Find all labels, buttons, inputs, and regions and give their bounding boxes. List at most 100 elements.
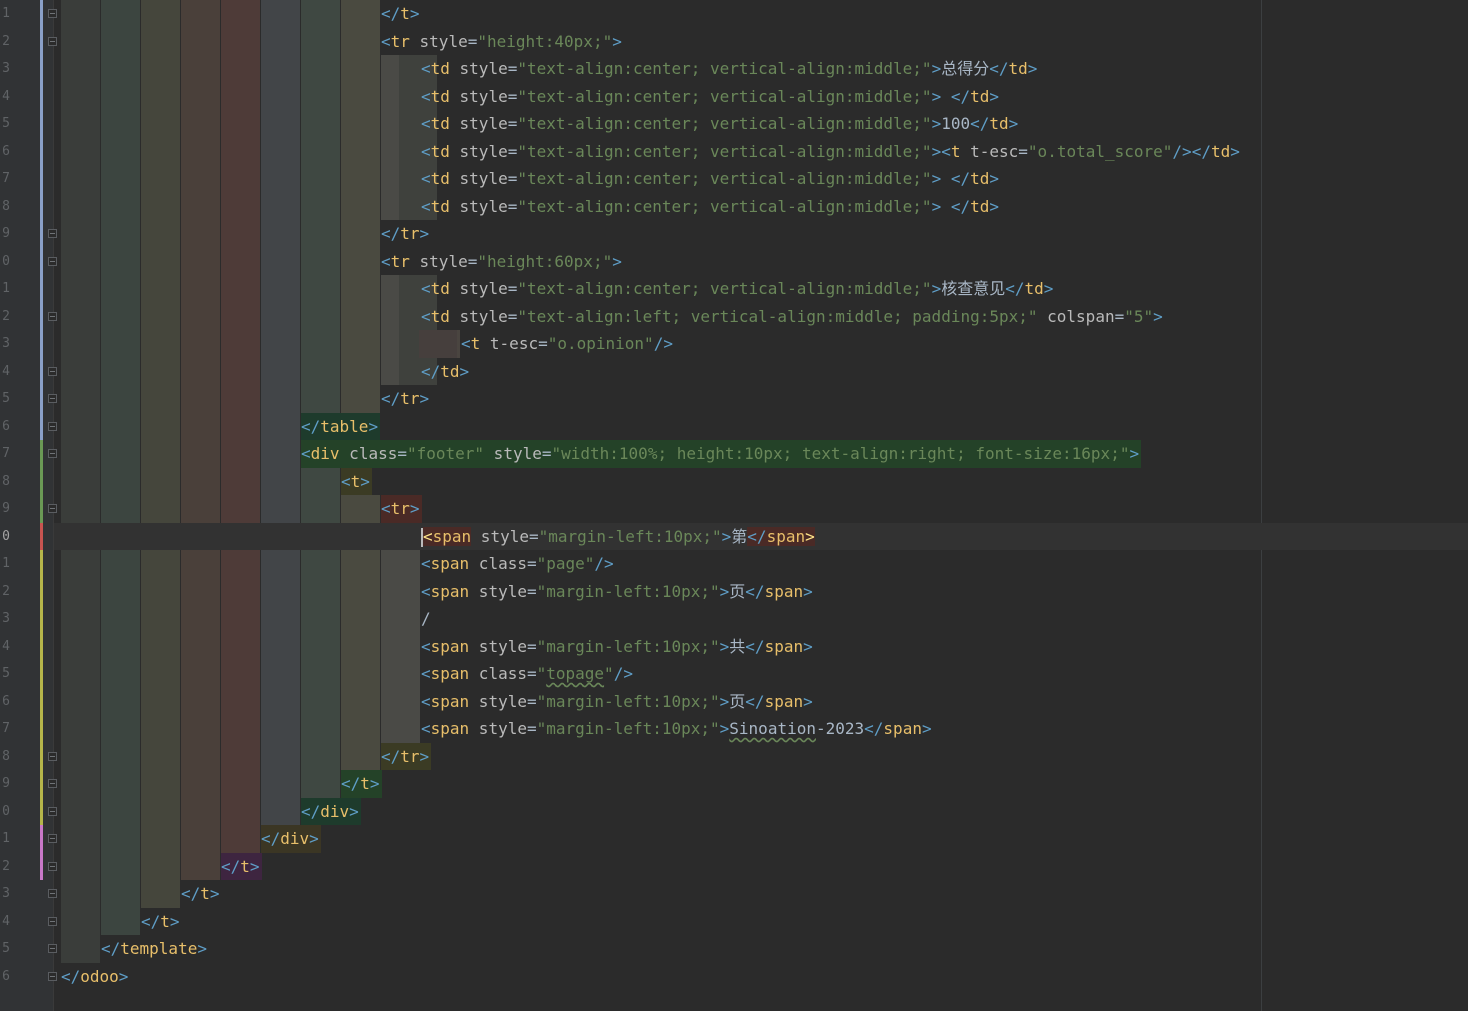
- tag-bracket: >: [360, 471, 370, 491]
- code-line[interactable]: </div>: [261, 825, 321, 853]
- code-line[interactable]: <td style="text-align:center; vertical-a…: [421, 275, 1053, 303]
- code-line[interactable]: <tr>: [381, 495, 422, 523]
- fold-toggle-icon[interactable]: [48, 394, 57, 403]
- line-number[interactable]: 0: [0, 248, 10, 276]
- code-line[interactable]: <span style="margin-left:10px;">页</span>: [421, 578, 813, 606]
- code-line[interactable]: <td style="text-align:center; vertical-a…: [421, 138, 1240, 166]
- line-number[interactable]: 5: [0, 110, 10, 138]
- fold-toggle-icon[interactable]: [48, 889, 57, 898]
- line-number[interactable]: 2: [0, 28, 10, 56]
- code-line[interactable]: </t>: [181, 880, 220, 908]
- code-editor[interactable]: 123456789012345678901234567890123456 </t…: [0, 0, 1468, 1011]
- line-number[interactable]: 1: [0, 0, 10, 28]
- line-number[interactable]: 6: [0, 688, 10, 716]
- line-number[interactable]: 3: [0, 55, 10, 83]
- code-line[interactable]: <td style="text-align:center; vertical-a…: [421, 165, 999, 193]
- code-line[interactable]: </t>: [141, 908, 180, 936]
- vcs-change-marker[interactable]: [40, 550, 43, 825]
- vcs-change-marker[interactable]: [40, 825, 43, 880]
- fold-toggle-icon[interactable]: [48, 916, 57, 926]
- fold-toggle-icon[interactable]: [48, 421, 57, 431]
- code-line[interactable]: </odoo>: [61, 963, 128, 991]
- line-number[interactable]: 5: [0, 935, 10, 963]
- code-line[interactable]: <span class="topage"/>: [421, 660, 633, 688]
- code-line[interactable]: </tr>: [381, 385, 429, 413]
- line-number[interactable]: 4: [0, 83, 10, 111]
- line-number[interactable]: 9: [0, 220, 10, 248]
- line-number[interactable]: 3: [0, 880, 10, 908]
- line-number[interactable]: 8: [0, 193, 10, 221]
- code-line[interactable]: <span style="margin-left:10px;">页</span>: [421, 688, 813, 716]
- line-number[interactable]: 6: [0, 138, 10, 166]
- line-number[interactable]: 4: [0, 358, 10, 386]
- code-line[interactable]: </table>: [301, 412, 381, 440]
- fold-toggle-icon[interactable]: [48, 944, 57, 953]
- line-number[interactable]: 9: [0, 770, 10, 798]
- fold-toggle-icon[interactable]: [48, 751, 57, 761]
- code-line[interactable]: <span style="margin-left:10px;">第</span>: [421, 523, 815, 551]
- vcs-change-marker[interactable]: [40, 0, 43, 440]
- line-number[interactable]: 2: [0, 578, 10, 606]
- fold-toggle-icon[interactable]: [48, 834, 57, 843]
- code-line[interactable]: <td style="text-align:center; vertical-a…: [421, 193, 999, 221]
- line-number[interactable]: 5: [0, 385, 10, 413]
- code-line[interactable]: <span style="margin-left:10px;">共</span>: [421, 633, 813, 661]
- code-line[interactable]: <t t-esc="o.opinion"/>: [461, 330, 673, 358]
- fold-toggle-icon[interactable]: [48, 806, 57, 816]
- code-line[interactable]: <div class="footer" style="width:100%; h…: [301, 440, 1142, 468]
- fold-toggle-icon[interactable]: [48, 504, 57, 513]
- fold-toggle-icon[interactable]: [48, 256, 57, 266]
- vcs-change-marker[interactable]: [40, 440, 43, 523]
- code-line[interactable]: /: [421, 605, 431, 633]
- tag-bracket: </: [261, 829, 281, 848]
- fold-toggle-icon[interactable]: [48, 779, 57, 788]
- fold-toggle-icon[interactable]: [48, 9, 57, 18]
- fold-toggle-icon[interactable]: [48, 229, 57, 238]
- fold-toggle-icon[interactable]: [48, 971, 57, 981]
- code-line[interactable]: <td style="text-align:center; vertical-a…: [421, 55, 1037, 83]
- line-number[interactable]: 4: [0, 633, 10, 661]
- line-number[interactable]: 7: [0, 440, 10, 468]
- code-line[interactable]: <t>: [341, 467, 372, 495]
- code-line[interactable]: </tr>: [381, 742, 432, 770]
- line-number[interactable]: 1: [0, 275, 10, 303]
- code-line[interactable]: </t>: [341, 770, 382, 798]
- code-line[interactable]: <tr style="height:60px;">: [381, 248, 622, 276]
- line-number[interactable]: 5: [0, 660, 10, 688]
- code-line[interactable]: <tr style="height:40px;">: [381, 28, 622, 56]
- code-line[interactable]: <td style="text-align:left; vertical-ali…: [421, 303, 1163, 331]
- vcs-change-marker[interactable]: [40, 522, 43, 550]
- line-number[interactable]: 6: [0, 413, 10, 441]
- fold-toggle-icon[interactable]: [48, 449, 57, 458]
- code-line[interactable]: </tr>: [381, 220, 429, 248]
- line-number[interactable]: 2: [0, 853, 10, 881]
- line-number[interactable]: 4: [0, 908, 10, 936]
- fold-toggle-icon[interactable]: [48, 861, 57, 871]
- code-line[interactable]: </t>: [221, 852, 262, 880]
- code-line[interactable]: </div>: [301, 797, 361, 825]
- line-number[interactable]: 0: [0, 798, 10, 826]
- tag-bracket: >: [989, 86, 1000, 106]
- line-number[interactable]: 1: [0, 825, 10, 853]
- line-number[interactable]: 7: [0, 715, 10, 743]
- code-line[interactable]: </td>: [421, 358, 469, 386]
- line-number[interactable]: 9: [0, 495, 10, 523]
- line-number[interactable]: 7: [0, 165, 10, 193]
- line-number[interactable]: 1: [0, 550, 10, 578]
- code-line[interactable]: <td style="text-align:center; vertical-a…: [421, 110, 1018, 138]
- line-number[interactable]: 3: [0, 330, 10, 358]
- code-line[interactable]: <td style="text-align:center; vertical-a…: [421, 83, 999, 111]
- line-number[interactable]: 3: [0, 605, 10, 633]
- code-line[interactable]: <span class="page"/>: [421, 550, 614, 578]
- code-line[interactable]: </template>: [101, 935, 207, 963]
- code-line[interactable]: <span style="margin-left:10px;">Sinoatio…: [421, 715, 932, 743]
- line-number[interactable]: 2: [0, 303, 10, 331]
- fold-toggle-icon[interactable]: [48, 311, 57, 321]
- fold-toggle-icon[interactable]: [48, 366, 57, 376]
- fold-toggle-icon[interactable]: [48, 36, 57, 46]
- line-number[interactable]: 6: [0, 963, 10, 991]
- line-number[interactable]: 8: [0, 743, 10, 771]
- line-number[interactable]: 8: [0, 468, 10, 496]
- line-number[interactable]: 0: [0, 523, 10, 551]
- code-line[interactable]: </t>: [381, 0, 420, 28]
